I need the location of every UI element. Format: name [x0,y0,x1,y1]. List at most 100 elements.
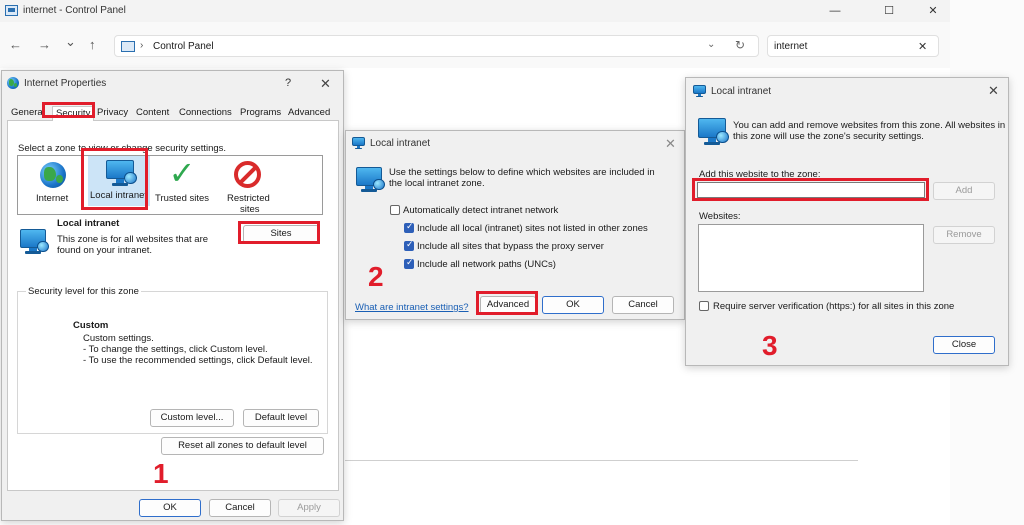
control-panel-icon [121,41,135,52]
require-https-label[interactable]: Require server verification (https:) for… [713,301,954,312]
custom-text: Custom settings. [83,333,154,344]
add-website-input[interactable] [697,182,925,198]
address-text[interactable]: Control Panel [153,41,214,52]
ok-button[interactable]: OK [139,499,201,517]
close-icon[interactable]: ✕ [320,77,331,90]
custom-title: Custom [73,320,109,331]
custom-level-button[interactable]: Custom level... [150,409,234,427]
help-icon[interactable]: ? [285,77,291,89]
reset-all-zones-button[interactable]: Reset all zones to default level [161,437,324,455]
intranet-icon [693,85,706,98]
include-local-sites-label[interactable]: Include all local (intranet) sites not l… [417,223,648,234]
remove-button[interactable]: Remove [933,226,995,244]
bypass-proxy-checkbox[interactable] [404,239,414,251]
tab-privacy[interactable]: Privacy [97,107,128,118]
auto-detect-label[interactable]: Automatically detect intranet network [403,205,558,216]
group-legend: Security level for this zone [26,286,141,297]
zone-trusted-sites[interactable]: ✓ Trusted sites [152,155,212,210]
zone-label: sites [240,204,260,215]
include-local-sites-checkbox[interactable] [404,221,414,233]
security-level-group: Security level for this zone Custom Cust… [17,286,328,434]
apply-button[interactable]: Apply [278,499,340,517]
forward-arrow-icon[interactable]: → [38,37,51,53]
dialog-title: Local intranet [711,86,772,97]
advanced-button[interactable]: Advanced [480,296,536,314]
zone-label: Internet [36,193,69,204]
restricted-icon [234,161,261,188]
require-https-checkbox[interactable] [699,301,709,311]
zone-label: Local intranet [90,190,148,201]
websites-label: Websites: [699,211,741,222]
intranet-icon [352,137,365,150]
cancel-button[interactable]: Cancel [612,296,674,314]
network-paths-checkbox[interactable] [404,257,414,269]
zone-internet[interactable]: Internet [23,160,83,210]
custom-text: - To change the settings, click Custom l… [83,344,268,355]
dialog-title-bar: Internet Properties ? ✕ [2,71,343,97]
zone-description: This zone is for all websites that are [57,234,209,245]
zone-restricted-sites[interactable]: Restricted sites [218,160,278,215]
internet-properties-dialog: Internet Properties ? ✕ General Security… [1,70,344,521]
local-intranet-sites-dialog: Local intranet ✕ You can add and remove … [685,77,1009,366]
close-button[interactable]: Close [933,336,995,354]
network-paths-label[interactable]: Include all network paths (UNCs) [417,259,556,270]
zone-description: found on your intranet. [57,245,153,256]
intro-text: this zone will use the zone's security s… [733,131,924,142]
zone-list: Internet Local intranet ✓ Trusted sites … [17,155,323,215]
bypass-proxy-label[interactable]: Include all sites that bypass the proxy … [417,241,604,252]
divider [345,460,858,461]
control-panel-icon [5,5,18,16]
add-website-label: Add this website to the zone: [699,169,821,180]
step-number-2: 2 [368,261,384,292]
intranet-icon [698,118,729,146]
tab-general[interactable]: General [11,107,45,118]
sites-button[interactable]: Sites [243,225,319,243]
ok-button[interactable]: OK [542,296,604,314]
refresh-icon[interactable]: ↻ [735,38,745,52]
minimize-button[interactable]: — [812,2,858,20]
zone-local-intranet[interactable]: Local intranet [88,156,150,206]
intranet-icon [20,229,49,255]
clear-search-icon[interactable]: ✕ [918,40,927,53]
local-intranet-settings-dialog: Local intranet ✕ Use the settings below … [345,130,685,320]
intro-text: the local intranet zone. [389,178,485,189]
intranet-settings-help-link[interactable]: What are intranet settings? [355,302,469,313]
websites-list[interactable] [698,224,924,292]
zone-name: Local intranet [57,218,120,229]
tab-programs[interactable]: Programs [240,107,281,118]
address-toolbar: ← → ⌄ ↑ › Control Panel ⌄ ↻ internet ✕ [0,22,950,68]
address-bar[interactable]: › Control Panel ⌄ ↻ [114,35,759,57]
title-bar: internet - Control Panel — ☐ ✕ [0,0,950,22]
up-arrow-icon[interactable]: ↑ [89,37,96,53]
search-value: internet [774,41,808,52]
globe-icon [40,162,66,188]
tab-content[interactable]: Content [136,107,169,118]
back-arrow-icon[interactable]: ← [9,37,22,53]
tab-advanced[interactable]: Advanced [288,107,330,118]
tab-strip: General Security Privacy Content Connect… [7,103,339,122]
dialog-title: Local intranet [370,138,431,149]
cancel-button[interactable]: Cancel [209,499,271,517]
dialog-title: Internet Properties [24,78,107,89]
zone-label: Trusted sites [155,193,210,204]
default-level-button[interactable]: Default level [243,409,319,427]
window-title: internet - Control Panel [23,5,126,16]
breadcrumb-chevron-icon[interactable]: › [140,40,143,51]
search-input[interactable]: internet ✕ [767,35,939,57]
auto-detect-checkbox[interactable] [390,205,400,215]
zone-label: Restricted [227,193,270,204]
close-icon[interactable]: ✕ [665,137,676,150]
step-number-3: 3 [762,330,778,361]
add-button[interactable]: Add [933,182,995,200]
tab-connections[interactable]: Connections [179,107,232,118]
zone-prompt: Select a zone to view or change security… [18,143,227,154]
step-number-1: 1 [153,458,169,489]
close-icon[interactable]: ✕ [988,84,999,97]
security-tab-page: Select a zone to view or change security… [7,121,339,491]
checkmark-icon: ✓ [168,155,196,191]
chevron-down-icon[interactable]: ⌄ [707,39,715,50]
tab-security[interactable]: Security [52,106,95,122]
recent-locations-icon[interactable]: ⌄ [65,34,76,50]
intranet-icon [356,167,385,193]
maximize-button[interactable]: ☐ [866,2,912,20]
